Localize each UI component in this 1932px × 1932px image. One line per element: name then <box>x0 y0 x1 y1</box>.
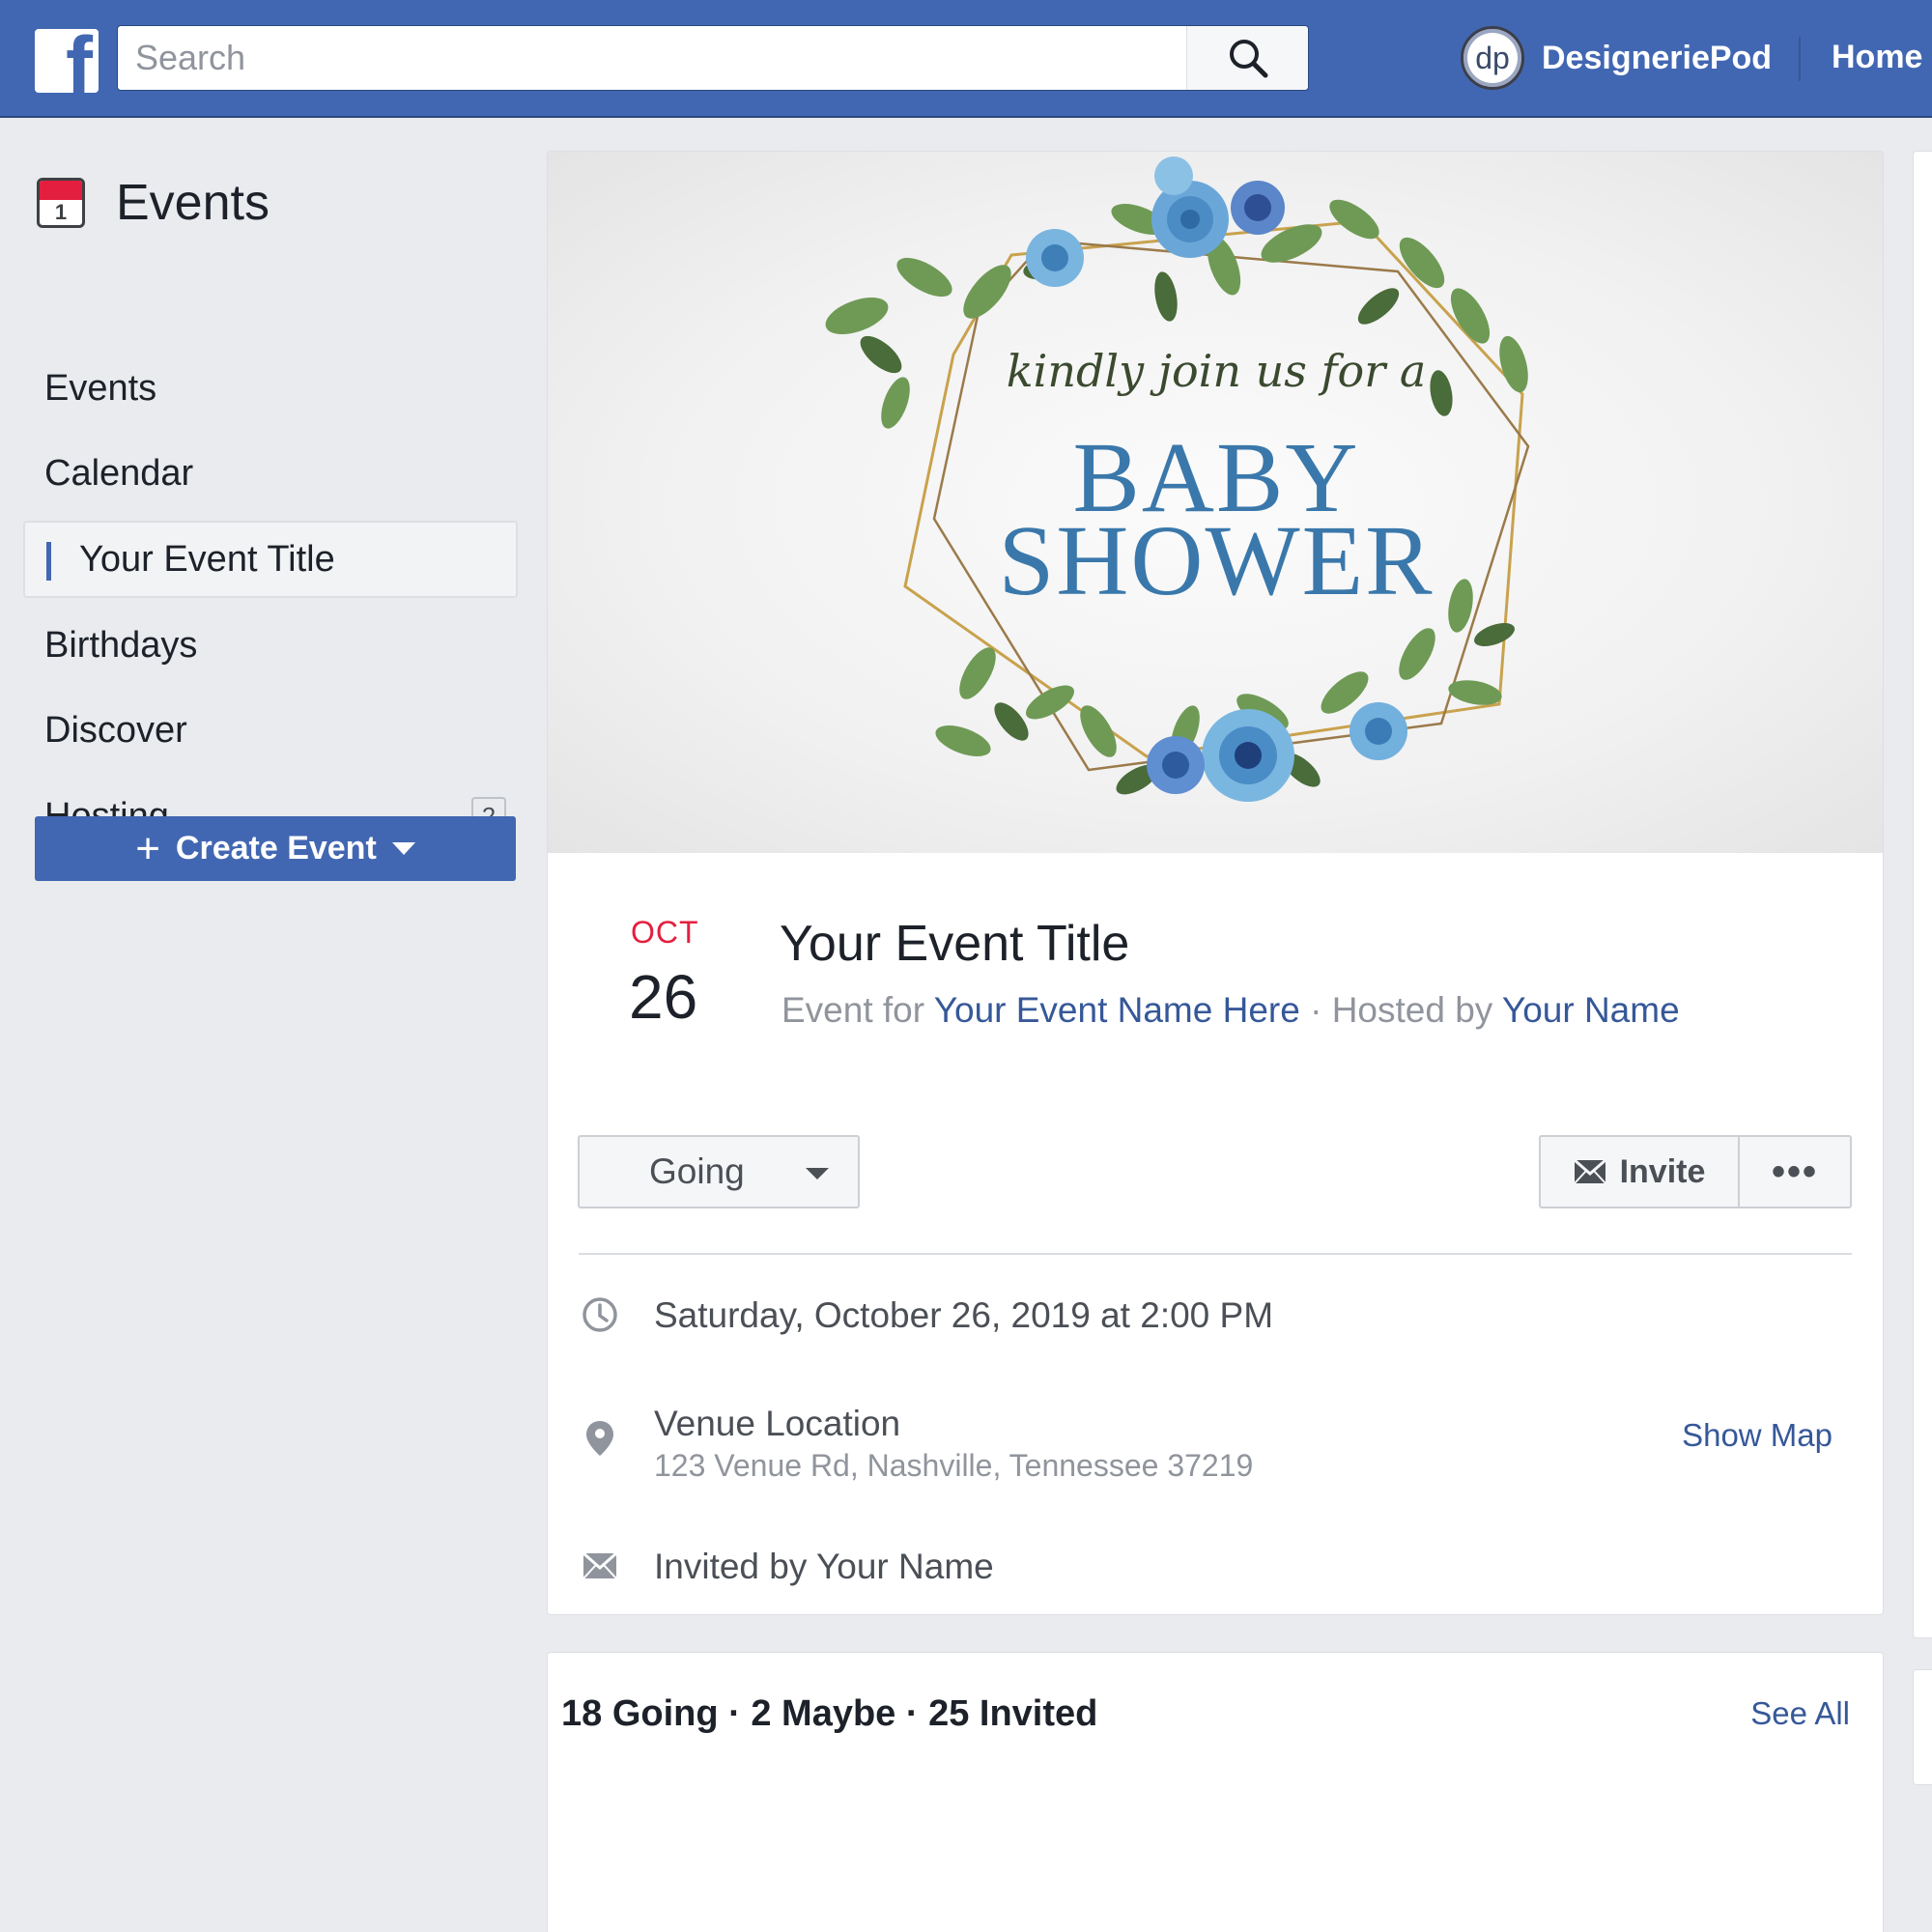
sidebar-item-your-event-title[interactable]: Your Event Title <box>23 521 518 598</box>
caret-down-icon <box>806 1168 829 1179</box>
sidebar-header: 1 Events <box>37 174 270 232</box>
sidebar-item-label: Your Event Title <box>79 538 335 580</box>
cover-title-line2: SHOWER <box>998 505 1435 616</box>
rsvp-label: Going <box>649 1151 745 1191</box>
event-date-day: 26 <box>629 962 698 1032</box>
invited-by-text: Invited by Your Name <box>654 1547 994 1586</box>
guest-counts[interactable]: 18 Going · 2 Maybe · 25 Invited <box>561 1693 1097 1735</box>
sidebar-item-label: Birthdays <box>44 624 198 666</box>
caret-down-icon <box>391 842 415 855</box>
invite-button-group: Invite ••• <box>1539 1135 1852 1208</box>
event-cover-photo[interactable]: kindly join us for a BABY SHOWER <box>548 152 1883 853</box>
sidebar-item-birthdays[interactable]: Birthdays <box>23 607 518 684</box>
topbar-divider <box>1799 37 1801 81</box>
more-icon: ••• <box>1771 1150 1818 1193</box>
show-map-link[interactable]: Show Map <box>1682 1417 1833 1454</box>
hosted-by-prefix: Hosted by <box>1331 990 1493 1030</box>
right-column-panel-lower <box>1913 1669 1932 1785</box>
section-divider <box>579 1253 1852 1255</box>
see-all-link[interactable]: See All <box>1750 1695 1850 1732</box>
event-location-row: Venue Location 123 Venue Rd, Nashville, … <box>579 1404 1253 1484</box>
avatar: dp <box>1461 26 1524 90</box>
sidebar-item-events[interactable]: Events <box>23 350 518 427</box>
search-button[interactable] <box>1186 26 1308 90</box>
search-icon <box>1229 40 1267 78</box>
venue-address: 123 Venue Rd, Nashville, Tennessee 37219 <box>654 1448 1254 1483</box>
rsvp-going-button[interactable]: Going <box>578 1135 860 1208</box>
plus-icon: + <box>135 824 160 872</box>
sidebar-item-label: Calendar <box>44 452 194 494</box>
clock-icon <box>579 1295 621 1334</box>
event-meta: Event for Your Event Name Here · Hosted … <box>781 990 1680 1031</box>
event-datetime-row: Saturday, October 26, 2019 at 2:00 PM <box>579 1295 1273 1336</box>
event-for-link[interactable]: Your Event Name Here <box>934 990 1300 1030</box>
event-for-prefix: Event for <box>781 990 925 1030</box>
more-options-button[interactable]: ••• <box>1740 1137 1850 1207</box>
right-column-panel <box>1913 151 1932 1638</box>
create-event-button[interactable]: + Create Event <box>35 816 516 881</box>
calendar-icon: 1 <box>37 178 85 228</box>
invite-label: Invite <box>1619 1152 1706 1190</box>
envelope-icon <box>579 1547 621 1579</box>
sidebar-item-calendar[interactable]: Calendar <box>23 435 518 512</box>
profile-name: DesigneriePod <box>1542 39 1773 76</box>
event-date-month: OCT <box>631 915 699 950</box>
profile-link[interactable]: dp DesigneriePod <box>1461 23 1772 93</box>
sidebar-title: Events <box>116 175 270 231</box>
invite-button[interactable]: Invite <box>1541 1137 1740 1207</box>
event-card: kindly join us for a BABY SHOWER OCT 26 … <box>547 151 1884 1615</box>
search-input[interactable] <box>118 26 1186 90</box>
sidebar-item-label: Discover <box>44 709 187 751</box>
envelope-icon <box>1573 1159 1606 1184</box>
invited-by-row: Invited by Your Name <box>579 1547 994 1587</box>
meta-separator: · <box>1310 990 1322 1030</box>
cover-script-text: kindly join us for a <box>1006 345 1427 397</box>
sidebar-item-label: Events <box>44 367 157 409</box>
facebook-logo-icon[interactable]: f <box>35 29 99 93</box>
top-navigation-bar: f dp DesigneriePod Home <box>0 0 1932 118</box>
search-box <box>117 25 1309 91</box>
sidebar-item-discover[interactable]: Discover <box>23 692 518 769</box>
home-link[interactable]: Home <box>1832 39 1922 76</box>
event-datetime: Saturday, October 26, 2019 at 2:00 PM <box>654 1295 1274 1335</box>
host-name-link[interactable]: Your Name <box>1502 990 1680 1030</box>
event-title: Your Event Title <box>780 916 1130 972</box>
create-event-label: Create Event <box>175 830 377 867</box>
location-pin-icon <box>579 1404 621 1458</box>
venue-name[interactable]: Venue Location <box>654 1404 1253 1444</box>
guests-card: 18 Going · 2 Maybe · 25 Invited See All <box>547 1652 1884 1932</box>
